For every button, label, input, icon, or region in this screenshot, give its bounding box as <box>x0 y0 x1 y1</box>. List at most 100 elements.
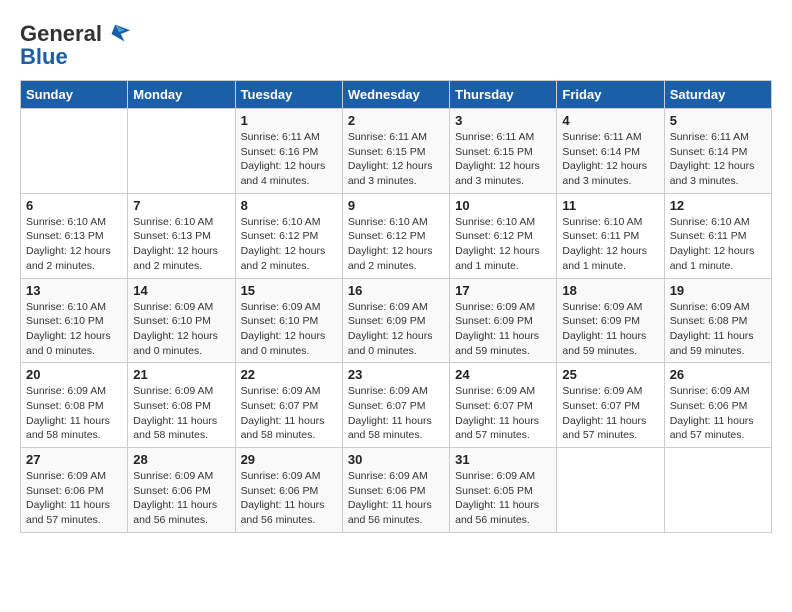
calendar-cell: 12 Sunrise: 6:10 AM Sunset: 6:11 PM Dayli… <box>664 193 771 278</box>
day-number: 10 <box>455 198 551 213</box>
day-number: 23 <box>348 367 444 382</box>
weekday-header-saturday: Saturday <box>664 81 771 109</box>
day-info: Sunrise: 6:11 AM Sunset: 6:16 PM Dayligh… <box>241 130 337 189</box>
day-info: Sunrise: 6:09 AM Sunset: 6:06 PM Dayligh… <box>348 469 444 528</box>
weekday-header-monday: Monday <box>128 81 235 109</box>
calendar-cell: 26 Sunrise: 6:09 AM Sunset: 6:06 PM Dayli… <box>664 363 771 448</box>
week-row-1: 1 Sunrise: 6:11 AM Sunset: 6:16 PM Daylig… <box>21 109 772 194</box>
calendar-table: SundayMondayTuesdayWednesdayThursdayFrid… <box>20 80 772 533</box>
day-info: Sunrise: 6:09 AM Sunset: 6:08 PM Dayligh… <box>26 384 122 443</box>
day-number: 12 <box>670 198 766 213</box>
day-info: Sunrise: 6:10 AM Sunset: 6:12 PM Dayligh… <box>241 215 337 274</box>
calendar-cell: 7 Sunrise: 6:10 AM Sunset: 6:13 PM Daylig… <box>128 193 235 278</box>
calendar-cell: 10 Sunrise: 6:10 AM Sunset: 6:12 PM Dayli… <box>450 193 557 278</box>
day-number: 3 <box>455 113 551 128</box>
calendar-cell: 5 Sunrise: 6:11 AM Sunset: 6:14 PM Daylig… <box>664 109 771 194</box>
logo-bird-icon <box>104 20 132 48</box>
calendar-cell <box>664 448 771 533</box>
calendar-cell: 14 Sunrise: 6:09 AM Sunset: 6:10 PM Dayli… <box>128 278 235 363</box>
day-info: Sunrise: 6:09 AM Sunset: 6:09 PM Dayligh… <box>562 300 658 359</box>
calendar-cell: 3 Sunrise: 6:11 AM Sunset: 6:15 PM Daylig… <box>450 109 557 194</box>
calendar-cell: 4Sunrise: 6:11 AM Sunset: 6:14 PM Daylig… <box>557 109 664 194</box>
day-info: Sunrise: 6:10 AM Sunset: 6:11 PM Dayligh… <box>562 215 658 274</box>
day-info: Sunrise: 6:09 AM Sunset: 6:06 PM Dayligh… <box>133 469 229 528</box>
day-number: 11 <box>562 198 658 213</box>
logo: General Blue <box>20 20 132 70</box>
day-info: Sunrise: 6:09 AM Sunset: 6:07 PM Dayligh… <box>348 384 444 443</box>
week-row-4: 20 Sunrise: 6:09 AM Sunset: 6:08 PM Dayli… <box>21 363 772 448</box>
calendar-cell: 13 Sunrise: 6:10 AM Sunset: 6:10 PM Dayli… <box>21 278 128 363</box>
day-info: Sunrise: 6:10 AM Sunset: 6:10 PM Dayligh… <box>26 300 122 359</box>
calendar-cell: 22 Sunrise: 6:09 AM Sunset: 6:07 PM Dayli… <box>235 363 342 448</box>
calendar-cell: 1 Sunrise: 6:11 AM Sunset: 6:16 PM Daylig… <box>235 109 342 194</box>
calendar-cell: 20 Sunrise: 6:09 AM Sunset: 6:08 PM Dayli… <box>21 363 128 448</box>
day-number: 22 <box>241 367 337 382</box>
day-number: 9 <box>348 198 444 213</box>
weekday-header-thursday: Thursday <box>450 81 557 109</box>
day-info: Sunrise: 6:10 AM Sunset: 6:13 PM Dayligh… <box>26 215 122 274</box>
weekday-header-wednesday: Wednesday <box>342 81 449 109</box>
day-number: 21 <box>133 367 229 382</box>
day-info: Sunrise: 6:10 AM Sunset: 6:11 PM Dayligh… <box>670 215 766 274</box>
calendar-cell: 21 Sunrise: 6:09 AM Sunset: 6:08 PM Dayli… <box>128 363 235 448</box>
calendar-cell: 16 Sunrise: 6:09 AM Sunset: 6:09 PM Dayli… <box>342 278 449 363</box>
calendar-cell <box>128 109 235 194</box>
day-info: Sunrise: 6:11 AM Sunset: 6:14 PM Dayligh… <box>670 130 766 189</box>
day-info: Sunrise: 6:09 AM Sunset: 6:06 PM Dayligh… <box>670 384 766 443</box>
day-number: 26 <box>670 367 766 382</box>
day-info: Sunrise: 6:09 AM Sunset: 6:06 PM Dayligh… <box>26 469 122 528</box>
day-info: Sunrise: 6:10 AM Sunset: 6:12 PM Dayligh… <box>455 215 551 274</box>
calendar-cell: 8 Sunrise: 6:10 AM Sunset: 6:12 PM Daylig… <box>235 193 342 278</box>
day-info: Sunrise: 6:09 AM Sunset: 6:10 PM Dayligh… <box>133 300 229 359</box>
day-number: 7 <box>133 198 229 213</box>
calendar-cell: 31Sunrise: 6:09 AM Sunset: 6:05 PM Dayli… <box>450 448 557 533</box>
day-info: Sunrise: 6:10 AM Sunset: 6:13 PM Dayligh… <box>133 215 229 274</box>
week-row-5: 27 Sunrise: 6:09 AM Sunset: 6:06 PM Dayli… <box>21 448 772 533</box>
day-number: 15 <box>241 283 337 298</box>
day-info: Sunrise: 6:11 AM Sunset: 6:14 PM Dayligh… <box>562 130 658 189</box>
calendar-cell: 6 Sunrise: 6:10 AM Sunset: 6:13 PM Daylig… <box>21 193 128 278</box>
day-info: Sunrise: 6:09 AM Sunset: 6:08 PM Dayligh… <box>670 300 766 359</box>
page-header: General Blue <box>20 20 772 70</box>
calendar-cell: 15 Sunrise: 6:09 AM Sunset: 6:10 PM Dayli… <box>235 278 342 363</box>
weekday-header-friday: Friday <box>557 81 664 109</box>
day-number: 1 <box>241 113 337 128</box>
day-info: Sunrise: 6:09 AM Sunset: 6:08 PM Dayligh… <box>133 384 229 443</box>
day-number: 20 <box>26 367 122 382</box>
day-number: 2 <box>348 113 444 128</box>
day-info: Sunrise: 6:11 AM Sunset: 6:15 PM Dayligh… <box>348 130 444 189</box>
day-number: 27 <box>26 452 122 467</box>
day-number: 16 <box>348 283 444 298</box>
calendar-cell <box>21 109 128 194</box>
day-info: Sunrise: 6:09 AM Sunset: 6:07 PM Dayligh… <box>241 384 337 443</box>
day-number: 30 <box>348 452 444 467</box>
day-info: Sunrise: 6:09 AM Sunset: 6:07 PM Dayligh… <box>562 384 658 443</box>
calendar-cell: 27 Sunrise: 6:09 AM Sunset: 6:06 PM Dayli… <box>21 448 128 533</box>
calendar-cell: 28 Sunrise: 6:09 AM Sunset: 6:06 PM Dayli… <box>128 448 235 533</box>
day-number: 18 <box>562 283 658 298</box>
calendar-cell: 24Sunrise: 6:09 AM Sunset: 6:07 PM Dayli… <box>450 363 557 448</box>
day-info: Sunrise: 6:09 AM Sunset: 6:10 PM Dayligh… <box>241 300 337 359</box>
day-number: 29 <box>241 452 337 467</box>
day-number: 31 <box>455 452 551 467</box>
day-number: 13 <box>26 283 122 298</box>
calendar-cell: 2 Sunrise: 6:11 AM Sunset: 6:15 PM Daylig… <box>342 109 449 194</box>
day-number: 17 <box>455 283 551 298</box>
day-number: 5 <box>670 113 766 128</box>
day-number: 19 <box>670 283 766 298</box>
day-number: 6 <box>26 198 122 213</box>
day-info: Sunrise: 6:09 AM Sunset: 6:09 PM Dayligh… <box>348 300 444 359</box>
week-row-2: 6 Sunrise: 6:10 AM Sunset: 6:13 PM Daylig… <box>21 193 772 278</box>
weekday-header-sunday: Sunday <box>21 81 128 109</box>
day-info: Sunrise: 6:11 AM Sunset: 6:15 PM Dayligh… <box>455 130 551 189</box>
day-number: 28 <box>133 452 229 467</box>
day-number: 8 <box>241 198 337 213</box>
day-info: Sunrise: 6:10 AM Sunset: 6:12 PM Dayligh… <box>348 215 444 274</box>
day-number: 24 <box>455 367 551 382</box>
calendar-cell: 23 Sunrise: 6:09 AM Sunset: 6:07 PM Dayli… <box>342 363 449 448</box>
week-row-3: 13 Sunrise: 6:10 AM Sunset: 6:10 PM Dayli… <box>21 278 772 363</box>
calendar-cell: 17Sunrise: 6:09 AM Sunset: 6:09 PM Dayli… <box>450 278 557 363</box>
calendar-cell: 11 Sunrise: 6:10 AM Sunset: 6:11 PM Dayli… <box>557 193 664 278</box>
day-number: 14 <box>133 283 229 298</box>
calendar-cell: 29Sunrise: 6:09 AM Sunset: 6:06 PM Dayli… <box>235 448 342 533</box>
